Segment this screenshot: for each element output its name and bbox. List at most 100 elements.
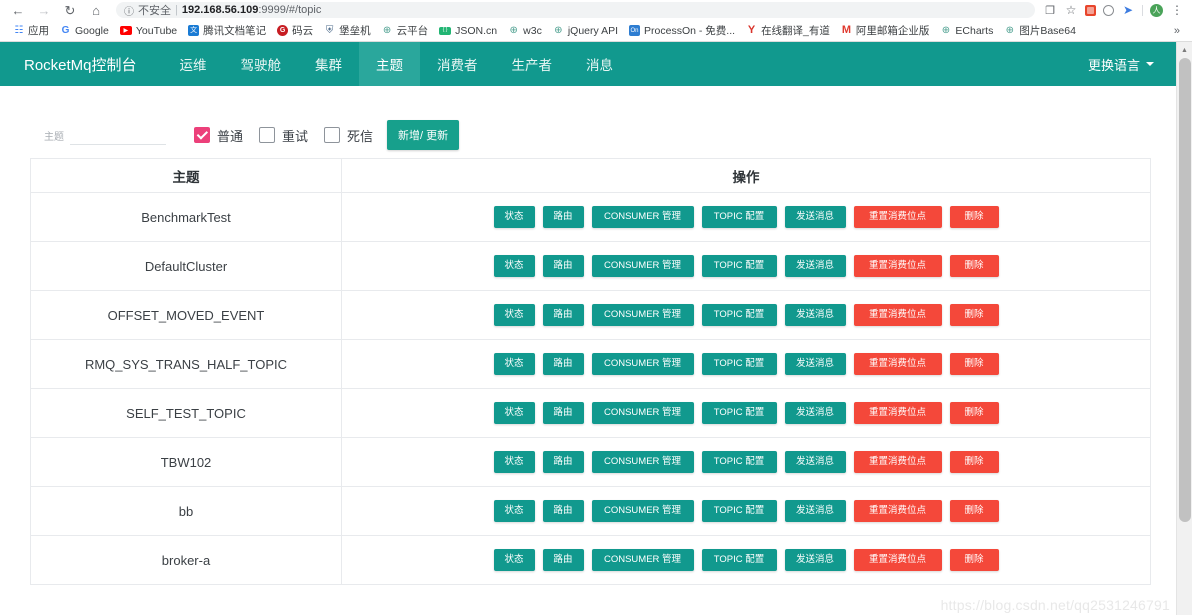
address-bar[interactable]: ⓘ 不安全 | 192.168.56.109 :9999/#/topic — [116, 2, 1035, 18]
send-message-button[interactable]: 发送消息 — [784, 304, 846, 326]
language-switcher[interactable]: 更换语言 — [1088, 42, 1176, 86]
topic-config-button[interactable]: TOPIC 配置 — [701, 402, 777, 424]
topic-config-button[interactable]: TOPIC 配置 — [701, 451, 777, 473]
bookmarks-overflow-icon[interactable]: » — [1174, 25, 1184, 37]
reset-offset-button[interactable]: 重置消费位点 — [853, 549, 942, 571]
checkbox-checked-icon[interactable] — [194, 127, 210, 143]
status-button[interactable]: 状态 — [493, 549, 535, 571]
send-message-button[interactable]: 发送消息 — [784, 206, 846, 228]
scroll-up-arrow-icon[interactable]: ▲ — [1177, 42, 1192, 58]
back-arrow-icon[interactable]: ← — [6, 1, 30, 19]
consumer-manage-button[interactable]: CONSUMER 管理 — [591, 255, 694, 277]
browser-menu-icon[interactable]: ⋮ — [1170, 3, 1184, 17]
delete-button[interactable]: 删除 — [949, 451, 999, 473]
home-icon[interactable]: ⌂ — [84, 1, 108, 19]
extension-red-icon[interactable] — [1085, 4, 1096, 16]
reset-offset-button[interactable]: 重置消费位点 — [853, 206, 942, 228]
bookmark-cloud-platform[interactable]: ⊕ 云平台 — [377, 22, 434, 39]
topic-search-input[interactable] — [70, 125, 166, 145]
consumer-manage-button[interactable]: CONSUMER 管理 — [591, 402, 694, 424]
checkbox-unchecked-icon[interactable] — [324, 127, 341, 143]
extension-circle-icon[interactable] — [1103, 4, 1114, 16]
avatar[interactable]: 人 — [1150, 3, 1163, 17]
bookmark-apps[interactable]: ☷ 应用 — [8, 22, 54, 39]
extension-blue-icon[interactable]: ➤ — [1121, 3, 1135, 17]
topic-config-button[interactable]: TOPIC 配置 — [701, 500, 777, 522]
delete-button[interactable]: 删除 — [949, 500, 999, 522]
topic-config-button[interactable]: TOPIC 配置 — [701, 304, 777, 326]
bookmark-echarts[interactable]: ⊕ ECharts — [935, 24, 998, 38]
status-button[interactable]: 状态 — [493, 500, 535, 522]
route-button[interactable]: 路由 — [542, 402, 584, 424]
consumer-manage-button[interactable]: CONSUMER 管理 — [591, 206, 694, 228]
consumer-manage-button[interactable]: CONSUMER 管理 — [591, 549, 694, 571]
status-button[interactable]: 状态 — [493, 255, 535, 277]
reset-offset-button[interactable]: 重置消费位点 — [853, 402, 942, 424]
bookmark-alimail[interactable]: M 阿里邮箱企业版 — [836, 22, 935, 39]
checkbox-retry[interactable]: 重试 — [259, 126, 308, 145]
translate-icon[interactable]: ❐ — [1043, 3, 1057, 17]
bookmark-jquery-api[interactable]: ⊕ jQuery API — [548, 24, 623, 38]
topic-config-button[interactable]: TOPIC 配置 — [701, 206, 777, 228]
consumer-manage-button[interactable]: CONSUMER 管理 — [591, 353, 694, 375]
topic-config-button[interactable]: TOPIC 配置 — [701, 255, 777, 277]
reload-icon[interactable]: ↻ — [58, 1, 82, 19]
consumer-manage-button[interactable]: CONSUMER 管理 — [591, 500, 694, 522]
reset-offset-button[interactable]: 重置消费位点 — [853, 353, 942, 375]
status-button[interactable]: 状态 — [493, 304, 535, 326]
nav-item-dashboard[interactable]: 驾驶舱 — [224, 42, 299, 86]
app-brand[interactable]: RocketMq控制台 — [18, 42, 163, 86]
bookmark-w3c[interactable]: ⊕ w3c — [503, 24, 547, 38]
send-message-button[interactable]: 发送消息 — [784, 451, 846, 473]
send-message-button[interactable]: 发送消息 — [784, 500, 846, 522]
status-button[interactable]: 状态 — [493, 353, 535, 375]
bookmark-youdao-translate[interactable]: Y 在线翻译_有道 — [741, 22, 835, 39]
reset-offset-button[interactable]: 重置消费位点 — [853, 304, 942, 326]
status-button[interactable]: 状态 — [493, 451, 535, 473]
route-button[interactable]: 路由 — [542, 304, 584, 326]
bookmark-youtube[interactable]: ▶ YouTube — [115, 24, 182, 38]
route-button[interactable]: 路由 — [542, 206, 584, 228]
send-message-button[interactable]: 发送消息 — [784, 255, 846, 277]
bookmark-star-icon[interactable]: ☆ — [1064, 3, 1078, 17]
topic-config-button[interactable]: TOPIC 配置 — [701, 353, 777, 375]
nav-item-cluster[interactable]: 集群 — [298, 42, 359, 86]
bookmark-json-cn[interactable]: { } JSON.cn — [434, 24, 502, 38]
bookmark-gitee[interactable]: G 码云 — [272, 22, 318, 39]
route-button[interactable]: 路由 — [542, 500, 584, 522]
delete-button[interactable]: 删除 — [949, 206, 999, 228]
route-button[interactable]: 路由 — [542, 353, 584, 375]
bookmark-bastion[interactable]: ⛨ 堡垒机 — [319, 22, 376, 39]
add-update-button[interactable]: 新增/ 更新 — [387, 120, 460, 150]
forward-arrow-icon[interactable]: → — [32, 1, 56, 19]
scrollbar-thumb[interactable] — [1179, 58, 1191, 522]
topic-config-button[interactable]: TOPIC 配置 — [701, 549, 777, 571]
delete-button[interactable]: 删除 — [949, 402, 999, 424]
route-button[interactable]: 路由 — [542, 255, 584, 277]
status-button[interactable]: 状态 — [493, 206, 535, 228]
page-scrollbar[interactable]: ▲ — [1176, 42, 1192, 615]
bookmark-processon[interactable]: On ProcessOn - 免费... — [624, 22, 740, 39]
bookmark-google[interactable]: G Google — [55, 24, 114, 38]
bookmark-image-base64[interactable]: ⊕ 图片Base64 — [999, 22, 1081, 39]
nav-item-message[interactable]: 消息 — [569, 42, 630, 86]
send-message-button[interactable]: 发送消息 — [784, 402, 846, 424]
consumer-manage-button[interactable]: CONSUMER 管理 — [591, 451, 694, 473]
delete-button[interactable]: 删除 — [949, 353, 999, 375]
route-button[interactable]: 路由 — [542, 451, 584, 473]
nav-item-consumer[interactable]: 消费者 — [420, 42, 495, 86]
checkbox-unchecked-icon[interactable] — [259, 127, 276, 143]
route-button[interactable]: 路由 — [542, 549, 584, 571]
send-message-button[interactable]: 发送消息 — [784, 549, 846, 571]
nav-item-producer[interactable]: 生产者 — [495, 42, 570, 86]
delete-button[interactable]: 删除 — [949, 549, 999, 571]
delete-button[interactable]: 删除 — [949, 255, 999, 277]
checkbox-normal[interactable]: 普通 — [194, 126, 243, 145]
delete-button[interactable]: 删除 — [949, 304, 999, 326]
reset-offset-button[interactable]: 重置消费位点 — [853, 255, 942, 277]
nav-item-ops[interactable]: 运维 — [163, 42, 224, 86]
send-message-button[interactable]: 发送消息 — [784, 353, 846, 375]
nav-item-topic[interactable]: 主题 — [359, 42, 421, 86]
reset-offset-button[interactable]: 重置消费位点 — [853, 500, 942, 522]
status-button[interactable]: 状态 — [493, 402, 535, 424]
